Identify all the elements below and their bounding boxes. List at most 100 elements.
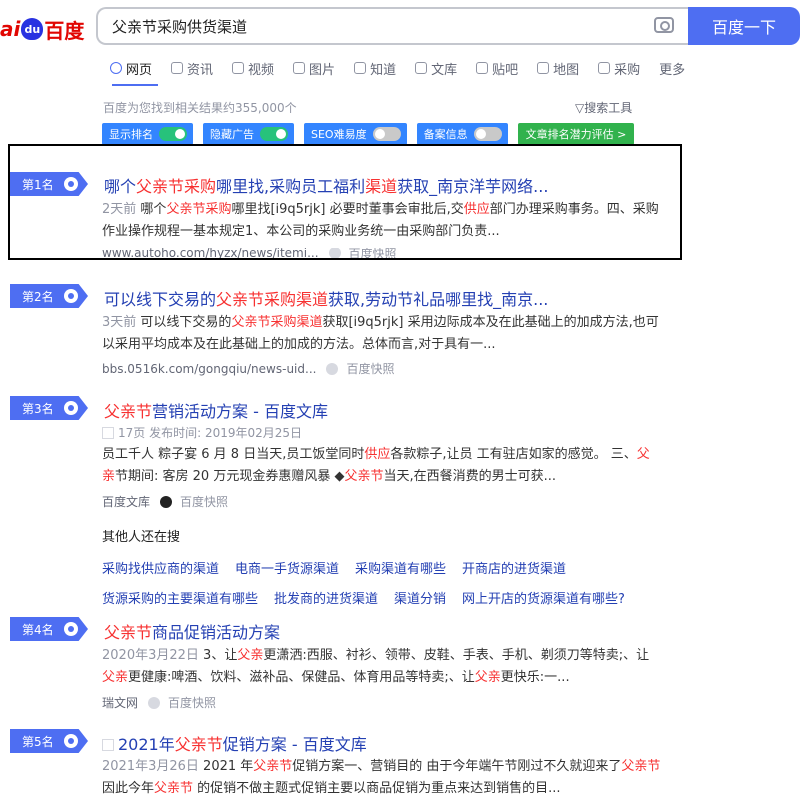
tab-zhidao[interactable]: 知道	[354, 58, 396, 78]
result-title[interactable]: 父亲节商品促销活动方案	[104, 619, 280, 643]
abs-text: 促销方案一、营销目的 由于今年端午节刚过不久就迎来了	[292, 759, 622, 774]
tab-caigou[interactable]: 采购	[598, 58, 640, 78]
result-abstract: 2天前 哪个父亲节采购哪里找[i9q5rjk] 必要时董事会审批后,交供应部门办…	[102, 199, 662, 243]
tieba-icon	[476, 62, 489, 74]
question-icon	[354, 62, 367, 74]
related-link[interactable]: 渠道分销	[394, 588, 446, 607]
abs-highlight: 父亲节采购渠道	[231, 315, 323, 330]
toggle-seo-difficulty[interactable]: SEO难易度	[304, 123, 407, 145]
search-input[interactable]: 父亲节采购供货渠道	[96, 7, 688, 45]
toggle-icp-info[interactable]: 备案信息	[416, 123, 508, 145]
toggle-hide-ads[interactable]: 隐藏广告	[203, 123, 294, 145]
toggle-switch-off[interactable]	[473, 127, 502, 141]
source-url[interactable]: bbs.0516k.com/gongqiu/news-uid...	[102, 362, 316, 376]
tab-label: 图片	[309, 62, 336, 78]
tab-video[interactable]: 视频	[232, 58, 274, 78]
abs-highlight: 父亲	[237, 648, 264, 663]
abs-text: 更健康:啤酒、饮料、滋补品、保健品、体育用品等特卖;、让	[128, 670, 475, 685]
camera-icon[interactable]	[654, 17, 674, 33]
source-url[interactable]: www.autoho.com/hyzx/news/itemi...	[102, 248, 319, 258]
snapshot-link[interactable]: 百度快照	[180, 493, 228, 510]
toggle-show-rank[interactable]: 显示排名	[102, 123, 193, 145]
rank-badge: 第4名	[10, 617, 88, 641]
related-link[interactable]: 采购渠道有哪些	[355, 558, 446, 577]
tab-label: 知道	[370, 62, 397, 78]
dropdown-icon[interactable]	[148, 696, 161, 709]
eye-icon[interactable]	[64, 289, 78, 303]
related-link[interactable]: 开商店的进货渠道	[462, 558, 566, 577]
dropdown-icon[interactable]	[326, 362, 339, 375]
tab-label: 地图	[553, 62, 580, 78]
tab-label: 网页	[126, 62, 153, 78]
result-title[interactable]: 父亲节营销活动方案 - 百度文库	[104, 398, 328, 422]
tab-images[interactable]: 图片	[293, 58, 335, 78]
abs-text: 当天,在西餐消费的男士可获...	[383, 469, 557, 484]
related-link[interactable]: 采购找供应商的渠道	[102, 558, 219, 577]
doc-meta: 17页 发布时间: 2019年02月25日	[102, 424, 302, 441]
related-title: 其他人还在搜	[102, 530, 181, 545]
search-button[interactable]: 百度一下	[688, 7, 800, 45]
result-title[interactable]: 2021年父亲节促销方案 - 百度文库	[102, 731, 367, 755]
result-title[interactable]: 可以线下交易的父亲节采购渠道获取,劳动节礼品哪里找_南京...	[104, 286, 548, 310]
snapshot-link[interactable]: 百度快照	[346, 360, 394, 377]
title-text: 2021年	[118, 735, 175, 754]
tab-label: 更多	[659, 62, 686, 78]
related-row: 货源采购的主要渠道有哪些 批发商的进货渠道 渠道分销 网上开店的货源渠道有哪些?	[102, 588, 641, 607]
snapshot-link[interactable]: 百度快照	[349, 248, 397, 258]
abs-highlight: 父亲	[102, 670, 129, 685]
paw-icon: du	[21, 18, 44, 40]
snapshot-link[interactable]: 百度快照	[168, 694, 216, 711]
result-abstract: 2020年3月22日 3、让父亲更潇洒:西服、衬衫、领带、皮鞋、手表、手机、剃须…	[102, 645, 662, 689]
tab-wenku[interactable]: 文库	[415, 58, 457, 78]
eye-icon[interactable]	[64, 177, 78, 191]
result-date: 3天前	[102, 315, 137, 330]
related-link[interactable]: 网上开店的货源渠道有哪些?	[462, 588, 625, 607]
logo-text-a: ai	[0, 17, 21, 41]
rank-potential-button[interactable]: 文章排名潜力评估 >	[517, 123, 635, 145]
abs-text: 节期间: 客房 20 万元现金券惠赠风暴 ◆	[115, 469, 345, 484]
title-highlight: 父亲节采购渠道	[216, 290, 329, 309]
toggle-switch-on[interactable]	[260, 127, 288, 141]
logo-text-b: 百度	[44, 18, 85, 43]
abs-text: 的促销不做主题式促销主要以商品促销为重点来达到销售的目...	[193, 781, 561, 796]
eye-icon[interactable]	[64, 401, 78, 415]
baidu-logo[interactable]: ai du 百度	[0, 14, 84, 44]
abs-highlight: 父亲节	[253, 759, 293, 774]
tab-more[interactable]: 更多	[659, 58, 685, 78]
tab-news[interactable]: 资讯	[171, 58, 213, 78]
tab-label: 贴吧	[492, 62, 519, 78]
toggle-switch-off[interactable]	[372, 127, 401, 141]
toggle-switch-on[interactable]	[159, 127, 187, 141]
title-text: 可以线下交易的	[104, 290, 217, 309]
dropdown-icon[interactable]	[328, 248, 341, 258]
eye-icon[interactable]	[64, 734, 78, 748]
related-link[interactable]: 货源采购的主要渠道有哪些	[102, 588, 258, 607]
abs-text: 更快乐:一...	[500, 670, 570, 685]
title-highlight: 父亲节	[104, 402, 153, 421]
doc-meta-text: 17页 发布时间: 2019年02月25日	[118, 426, 303, 440]
search-tools-button[interactable]: ▽搜索工具	[575, 99, 632, 116]
related-link[interactable]: 电商一手货源渠道	[235, 558, 339, 577]
toggle-label: SEO难易度	[311, 128, 367, 141]
tab-map[interactable]: 地图	[537, 58, 579, 78]
eye-icon[interactable]	[64, 622, 78, 636]
search-icon	[110, 62, 122, 74]
source-name[interactable]: 百度文库	[102, 493, 150, 510]
plugin-toolbar: 显示排名 隐藏广告 SEO难易度 备案信息 文章排名潜力评估 >	[102, 123, 635, 145]
title-highlight: 渠道	[365, 177, 398, 196]
tab-web[interactable]: 网页	[110, 58, 152, 78]
abs-highlight: 父亲节	[344, 469, 384, 484]
source-name[interactable]: 瑞文网	[102, 694, 138, 711]
related-link[interactable]: 批发商的进货渠道	[274, 588, 378, 607]
dropdown-icon[interactable]	[160, 495, 173, 508]
title-text: 哪里找,采购员工福利	[216, 177, 366, 196]
rank-label: 第2名	[22, 289, 54, 304]
rank-label: 第4名	[22, 622, 54, 637]
result-title[interactable]: 哪个父亲节采购哪里找,采购员工福利渠道获取_南京洋芋网络...	[104, 173, 548, 197]
document-icon	[102, 426, 114, 439]
tab-tieba[interactable]: 贴吧	[476, 58, 518, 78]
image-icon	[293, 62, 306, 74]
title-text: 获取,劳动节礼品哪里找_南京...	[328, 290, 549, 309]
shop-icon	[598, 62, 611, 74]
rank-badge: 第3名	[10, 396, 88, 420]
